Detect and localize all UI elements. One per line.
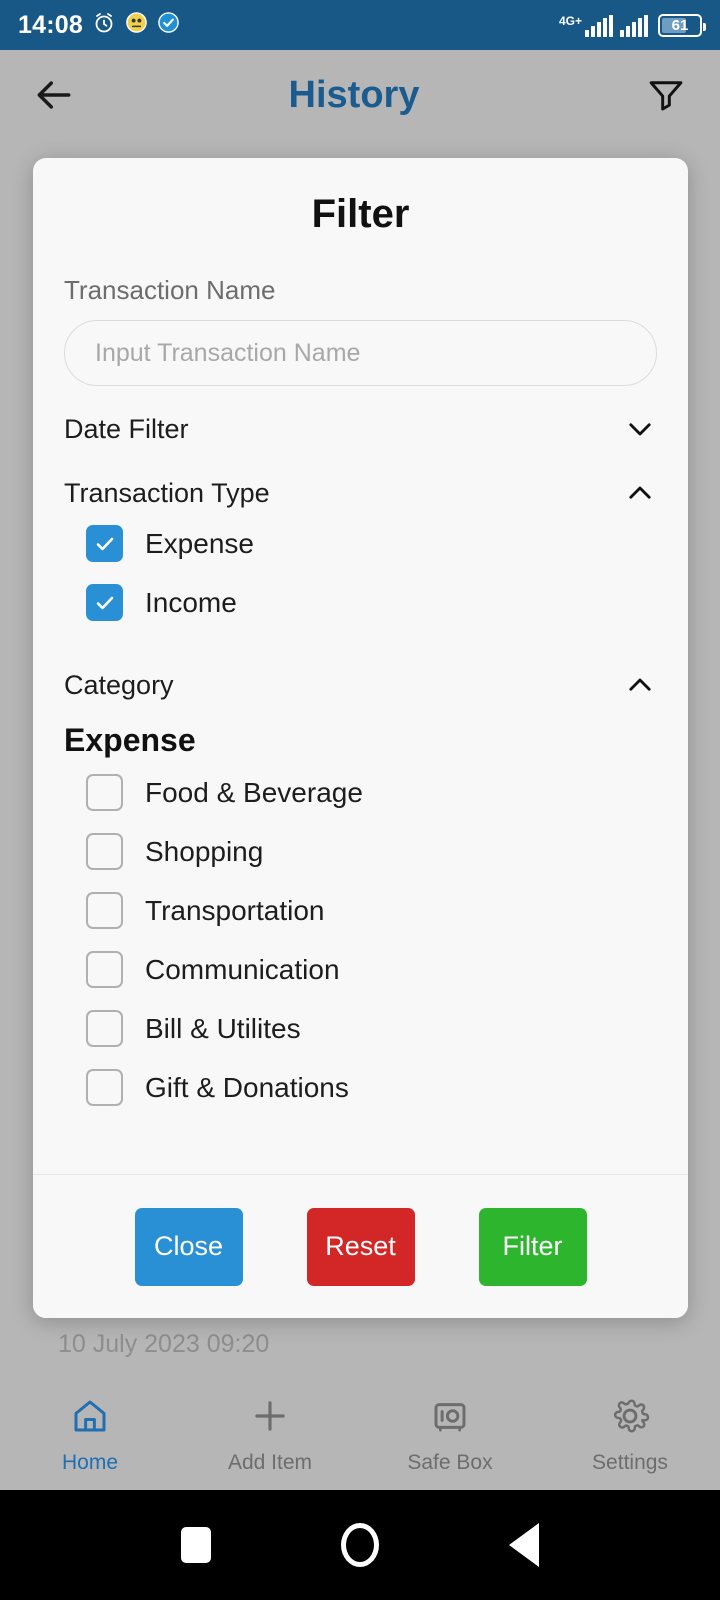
square-recents-icon[interactable] xyxy=(181,1527,211,1563)
filter-dialog: Filter Transaction Name Date Filter Tran… xyxy=(33,158,688,1318)
app-notification-icon xyxy=(125,11,148,39)
signal-bars-sim2-icon xyxy=(620,14,648,37)
checkbox-label: Food & Beverage xyxy=(145,776,363,808)
filter-button[interactable] xyxy=(640,69,692,121)
status-bar: 14:08 4G+ 61 xyxy=(0,0,720,50)
checkbox-row-income-type[interactable]: Income xyxy=(64,573,657,632)
bottom-navigation-bar: Home Add Item Safe Box Settings xyxy=(0,1380,720,1490)
app-bar: History xyxy=(0,50,720,140)
background-date-label: 10 July 2023 09:20 xyxy=(58,1330,270,1358)
battery-icon: 61 xyxy=(658,13,706,37)
nav-item-safe-box[interactable]: Safe Box xyxy=(360,1380,540,1490)
funnel-filter-icon xyxy=(649,81,683,111)
plus-icon xyxy=(249,1395,291,1442)
checkbox-label: Gift & Donations xyxy=(145,1071,349,1103)
nav-label: Home xyxy=(61,1451,119,1474)
reset-button[interactable]: Reset xyxy=(306,1207,415,1286)
checkbox-label: Expense xyxy=(145,527,254,559)
transaction-type-section-header[interactable]: Transaction Type xyxy=(64,450,657,514)
checkbox-row-category[interactable]: Transportation xyxy=(64,881,657,940)
nav-item-settings[interactable]: Settings xyxy=(540,1380,720,1490)
chevron-up-icon[interactable] xyxy=(623,668,657,702)
checkbox-label: Shopping xyxy=(145,835,264,867)
category-label: Category xyxy=(64,669,174,700)
page-title: History xyxy=(288,73,420,116)
checkbox-row-expense-type[interactable]: Expense xyxy=(64,514,657,573)
checkbox-row-category[interactable]: Shopping xyxy=(64,822,657,881)
category-section-header[interactable]: Category xyxy=(64,632,657,706)
checkbox-unchecked-icon[interactable] xyxy=(86,892,123,929)
status-bar-right: 4G+ 61 xyxy=(558,13,706,37)
close-button[interactable]: Close xyxy=(134,1207,243,1286)
date-filter-section-header[interactable]: Date Filter xyxy=(64,386,657,450)
status-bar-left: 14:08 xyxy=(18,11,180,40)
dialog-title: Filter xyxy=(311,192,410,236)
home-icon xyxy=(69,1395,111,1442)
checkbox-row-category[interactable]: Communication xyxy=(64,940,657,999)
checkbox-row-category[interactable]: Gift & Donations xyxy=(64,1058,657,1117)
checkbox-unchecked-icon[interactable] xyxy=(86,774,123,811)
checkbox-unchecked-icon[interactable] xyxy=(86,833,123,870)
checkbox-row-category[interactable]: Food & Beverage xyxy=(64,763,657,822)
nav-label: Settings xyxy=(592,1451,668,1474)
gear-icon xyxy=(609,1395,651,1442)
status-clock: 14:08 xyxy=(18,10,83,39)
apply-filter-button[interactable]: Filter xyxy=(478,1207,587,1286)
circle-home-icon[interactable] xyxy=(341,1523,379,1567)
nav-label: Add Item xyxy=(227,1451,313,1474)
checkbox-unchecked-icon[interactable] xyxy=(86,1010,123,1047)
checkbox-label: Transportation xyxy=(145,894,325,926)
checkbox-row-category[interactable]: Bill & Utilites xyxy=(64,999,657,1058)
checkbox-label: Communication xyxy=(145,953,340,985)
chevron-down-icon[interactable] xyxy=(623,412,657,446)
battery-percent-label: 61 xyxy=(671,16,689,34)
transaction-name-input[interactable] xyxy=(64,320,657,386)
chevron-up-icon[interactable] xyxy=(623,476,657,510)
safe-box-icon xyxy=(429,1395,471,1442)
transaction-type-label: Transaction Type xyxy=(64,477,270,508)
dialog-footer: Close Reset Filter xyxy=(33,1174,688,1318)
checkbox-checked-icon[interactable] xyxy=(86,584,123,621)
checkbox-unchecked-icon[interactable] xyxy=(86,1069,123,1106)
check-badge-icon xyxy=(157,11,180,39)
checkbox-checked-icon[interactable] xyxy=(86,525,123,562)
date-filter-label: Date Filter xyxy=(64,413,189,444)
nav-item-add-item[interactable]: Add Item xyxy=(180,1380,360,1490)
network-type-label: 4G+ xyxy=(558,13,582,28)
transaction-name-label: Transaction Name xyxy=(64,275,276,305)
triangle-back-icon[interactable] xyxy=(509,1523,539,1567)
checkbox-label: Bill & Utilites xyxy=(145,1012,301,1044)
checkbox-unchecked-icon[interactable] xyxy=(86,951,123,988)
android-system-navigation xyxy=(0,1490,720,1600)
nav-label: Safe Box xyxy=(407,1451,493,1474)
alarm-icon xyxy=(92,11,116,40)
dialog-scroll-area[interactable]: Transaction Name Date Filter Transaction… xyxy=(33,247,688,1174)
nav-item-home[interactable]: Home xyxy=(0,1380,180,1490)
checkbox-label: Income xyxy=(145,586,237,618)
signal-bars-sim1-icon xyxy=(585,14,613,37)
category-group-heading: Expense xyxy=(64,722,196,758)
phone-screen: 14:08 4G+ 61 History 10 July 2023 09:20 … xyxy=(0,0,720,1600)
